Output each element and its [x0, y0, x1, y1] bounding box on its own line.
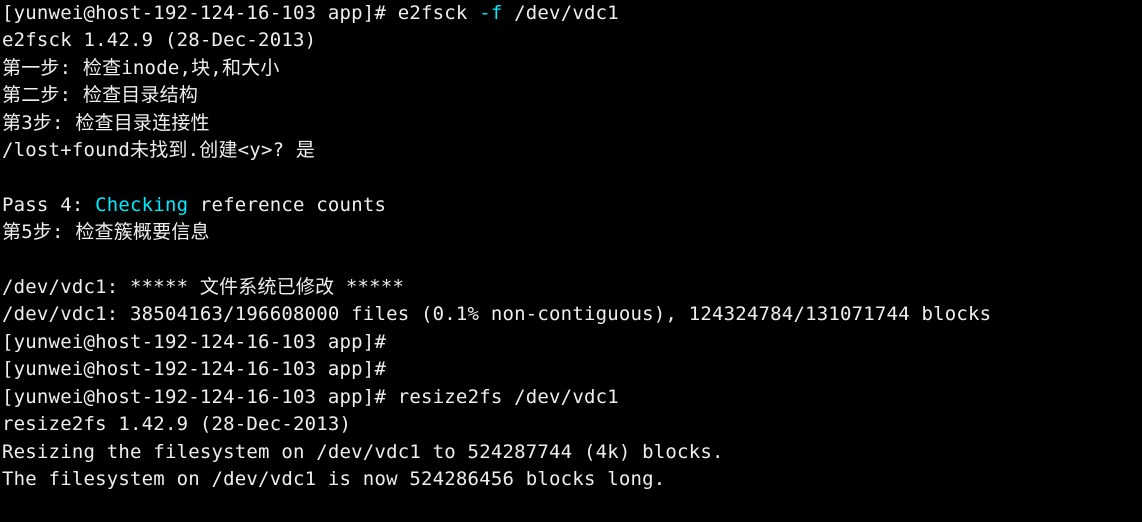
cmd-resize2fs: resize2fs /dev/vdc1	[398, 386, 619, 408]
flag-f: -f	[479, 2, 502, 24]
output-line: The filesystem on /dev/vdc1 is now 52428…	[2, 468, 665, 490]
output-line: e2fsck 1.42.9 (28-Dec-2013)	[2, 29, 316, 51]
output-line: /dev/vdc1: ***** 文件系统已修改 *****	[2, 276, 404, 298]
output-line: /lost+found未找到.创建<y>? 是	[2, 139, 315, 161]
arg-device: /dev/vdc1	[503, 2, 619, 24]
output-line: 第一步: 检查inode,块,和大小	[2, 57, 280, 79]
output-line: Resizing the filesystem on /dev/vdc1 to …	[2, 441, 724, 463]
output-pass4-checking: Checking	[95, 194, 188, 216]
output-line: 第5步: 检查簇概要信息	[2, 221, 210, 243]
output-line: 第二步: 检查目录结构	[2, 84, 198, 106]
cmd-e2fsck: e2fsck	[398, 2, 479, 24]
prompt: [yunwei@host-192-124-16-103 app]#	[2, 386, 398, 408]
output-line: /dev/vdc1: 38504163/196608000 files (0.1…	[2, 303, 991, 325]
prompt: [yunwei@host-192-124-16-103 app]#	[2, 2, 398, 24]
output-pass4-c: reference counts	[188, 194, 386, 216]
prompt-empty: [yunwei@host-192-124-16-103 app]#	[2, 358, 398, 380]
terminal-output[interactable]: [yunwei@host-192-124-16-103 app]# e2fsck…	[0, 0, 1142, 493]
output-pass4-a: Pass 4:	[2, 194, 95, 216]
prompt-empty: [yunwei@host-192-124-16-103 app]#	[2, 331, 398, 353]
output-line: resize2fs 1.42.9 (28-Dec-2013)	[2, 413, 351, 435]
output-line: 第3步: 检查目录连接性	[2, 112, 210, 134]
